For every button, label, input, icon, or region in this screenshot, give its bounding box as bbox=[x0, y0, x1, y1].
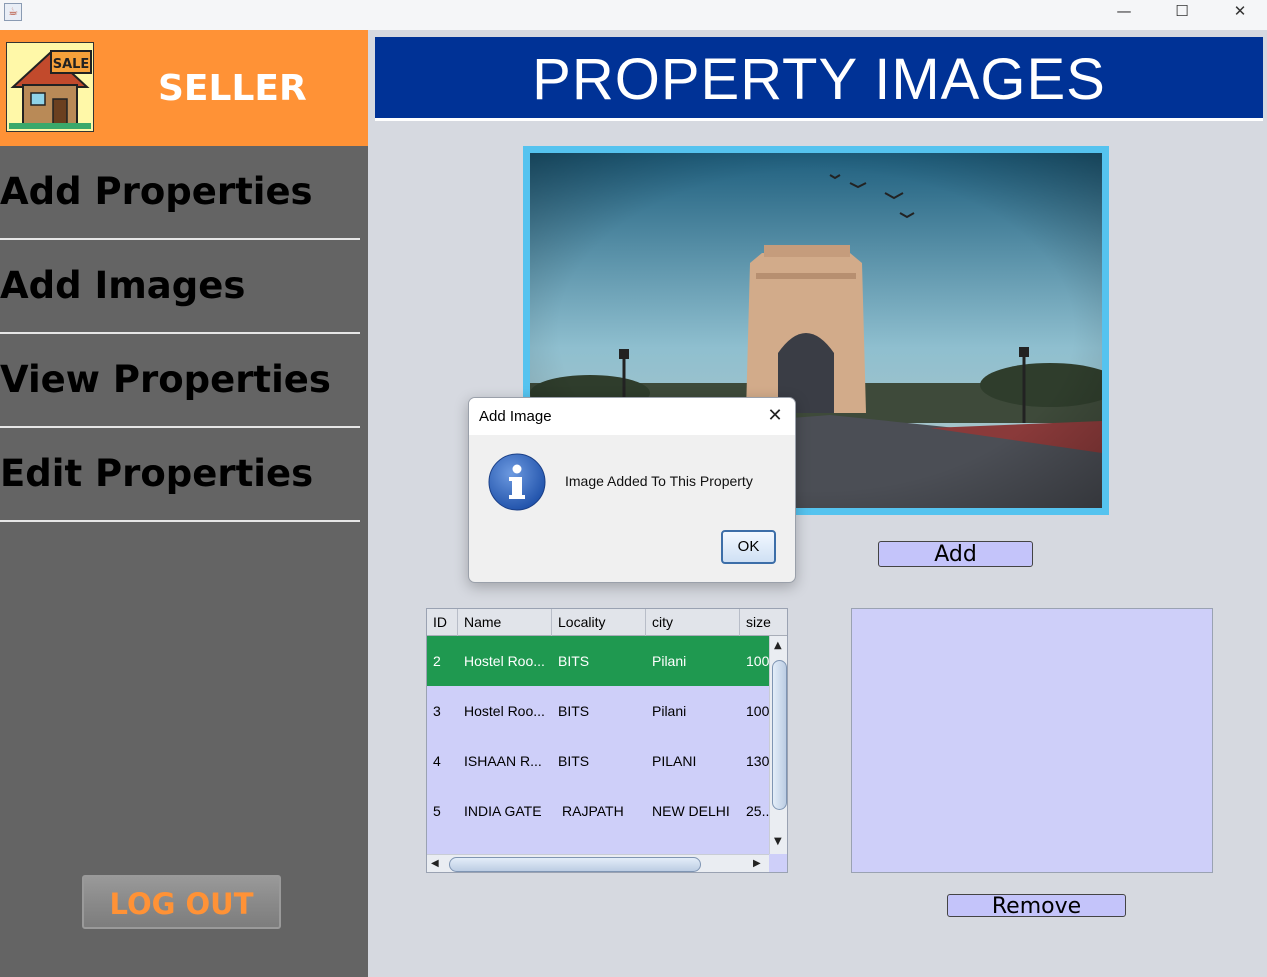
scroll-left-icon[interactable]: ◀ bbox=[431, 858, 439, 869]
column-header-id[interactable]: ID bbox=[427, 609, 458, 636]
cell-name: INDIA GATE bbox=[464, 803, 542, 819]
sidebar-item-add-images[interactable]: Add Images bbox=[0, 240, 360, 334]
column-header-locality[interactable]: Locality bbox=[552, 609, 646, 636]
cell-id: 4 bbox=[433, 753, 441, 769]
cell-size: 130 bbox=[746, 753, 769, 769]
logo-text: SALE bbox=[53, 57, 90, 72]
add-image-dialog: Add Image ✕ Image Added To This Property… bbox=[468, 397, 796, 583]
image-list-box[interactable] bbox=[851, 608, 1213, 873]
ok-button[interactable]: OK bbox=[721, 530, 776, 564]
cell-id: 3 bbox=[433, 703, 441, 719]
window-titlebar: ☕ — ☐ ✕ bbox=[0, 0, 1267, 30]
vertical-scroll-thumb[interactable] bbox=[772, 660, 787, 810]
cell-size: 100 bbox=[746, 703, 769, 719]
cell-locality: BITS bbox=[558, 753, 590, 769]
scroll-right-icon[interactable]: ▶ bbox=[753, 858, 761, 869]
dialog-titlebar: Add Image ✕ bbox=[469, 398, 795, 435]
cell-locality: RAJPATH bbox=[562, 803, 624, 819]
cell-size: 100 bbox=[746, 653, 769, 669]
horizontal-scroll-thumb[interactable] bbox=[449, 857, 701, 872]
table-row[interactable]: 5 INDIA GATE RAJPATH NEW DELHI 25... bbox=[427, 786, 769, 836]
dialog-title: Add Image bbox=[479, 408, 552, 425]
java-icon: ☕ bbox=[4, 3, 22, 21]
cell-name: Hostel Roo... bbox=[464, 653, 545, 669]
cell-id: 5 bbox=[433, 803, 441, 819]
table-row[interactable]: 4 ISHAAN R... BITS PILANI 130 bbox=[427, 736, 769, 786]
cell-name: Hostel Roo... bbox=[464, 703, 545, 719]
vertical-scrollbar[interactable]: ▲ ▼ bbox=[769, 636, 787, 854]
close-window-button[interactable]: ✕ bbox=[1211, 0, 1267, 24]
sidebar-item-add-properties[interactable]: Add Properties bbox=[0, 146, 360, 240]
cell-locality: BITS bbox=[558, 653, 590, 669]
column-header-size[interactable]: size bbox=[740, 609, 787, 636]
sidebar-item-label: Add Properties bbox=[0, 170, 313, 213]
seller-header: SALE SELLER bbox=[0, 30, 368, 146]
cell-size: 25... bbox=[746, 803, 769, 819]
horizontal-scrollbar[interactable]: ◀ ▶ bbox=[427, 854, 769, 872]
add-image-button[interactable]: Add bbox=[878, 541, 1033, 567]
minimize-button[interactable]: — bbox=[1095, 0, 1153, 24]
info-icon bbox=[488, 453, 546, 511]
sidebar-item-label: Edit Properties bbox=[0, 452, 314, 495]
sidebar-item-label: View Properties bbox=[0, 358, 331, 401]
seller-title: SELLER bbox=[158, 68, 307, 109]
logout-button[interactable]: LOG OUT bbox=[82, 875, 281, 929]
table-header: ID Name Locality city size bbox=[427, 609, 787, 636]
dialog-message: Image Added To This Property bbox=[565, 473, 753, 489]
properties-table: ID Name Locality city size 2 Hostel Roo.… bbox=[426, 608, 788, 873]
cell-id: 2 bbox=[433, 653, 441, 669]
scroll-up-icon[interactable]: ▲ bbox=[774, 640, 782, 651]
cell-locality: BITS bbox=[558, 703, 590, 719]
column-header-city[interactable]: city bbox=[646, 609, 740, 636]
column-header-name[interactable]: Name bbox=[458, 609, 552, 636]
maximize-button[interactable]: ☐ bbox=[1153, 0, 1211, 24]
cell-name: ISHAAN R... bbox=[464, 753, 542, 769]
close-icon[interactable]: ✕ bbox=[763, 404, 787, 428]
page-title-banner: PROPERTY IMAGES bbox=[375, 37, 1263, 121]
sidebar-item-edit-properties[interactable]: Edit Properties bbox=[0, 428, 360, 522]
sidebar-item-label: Add Images bbox=[0, 264, 246, 307]
cell-city: PILANI bbox=[652, 753, 697, 769]
table-row[interactable]: 2 Hostel Roo... BITS Pilani 100 bbox=[427, 636, 769, 686]
sidebar: SALE SELLER Add Properties Add Images Vi… bbox=[0, 30, 368, 977]
page-title: PROPERTY IMAGES bbox=[532, 47, 1106, 112]
cell-city: Pilani bbox=[652, 653, 687, 669]
cell-city: NEW DELHI bbox=[652, 803, 730, 819]
scroll-down-icon[interactable]: ▼ bbox=[774, 836, 782, 847]
sale-house-logo: SALE bbox=[6, 42, 94, 132]
cell-city: Pilani bbox=[652, 703, 687, 719]
table-row[interactable]: 3 Hostel Roo... BITS Pilani 100 bbox=[427, 686, 769, 736]
sidebar-item-view-properties[interactable]: View Properties bbox=[0, 334, 360, 428]
remove-image-button[interactable]: Remove bbox=[947, 894, 1126, 919]
